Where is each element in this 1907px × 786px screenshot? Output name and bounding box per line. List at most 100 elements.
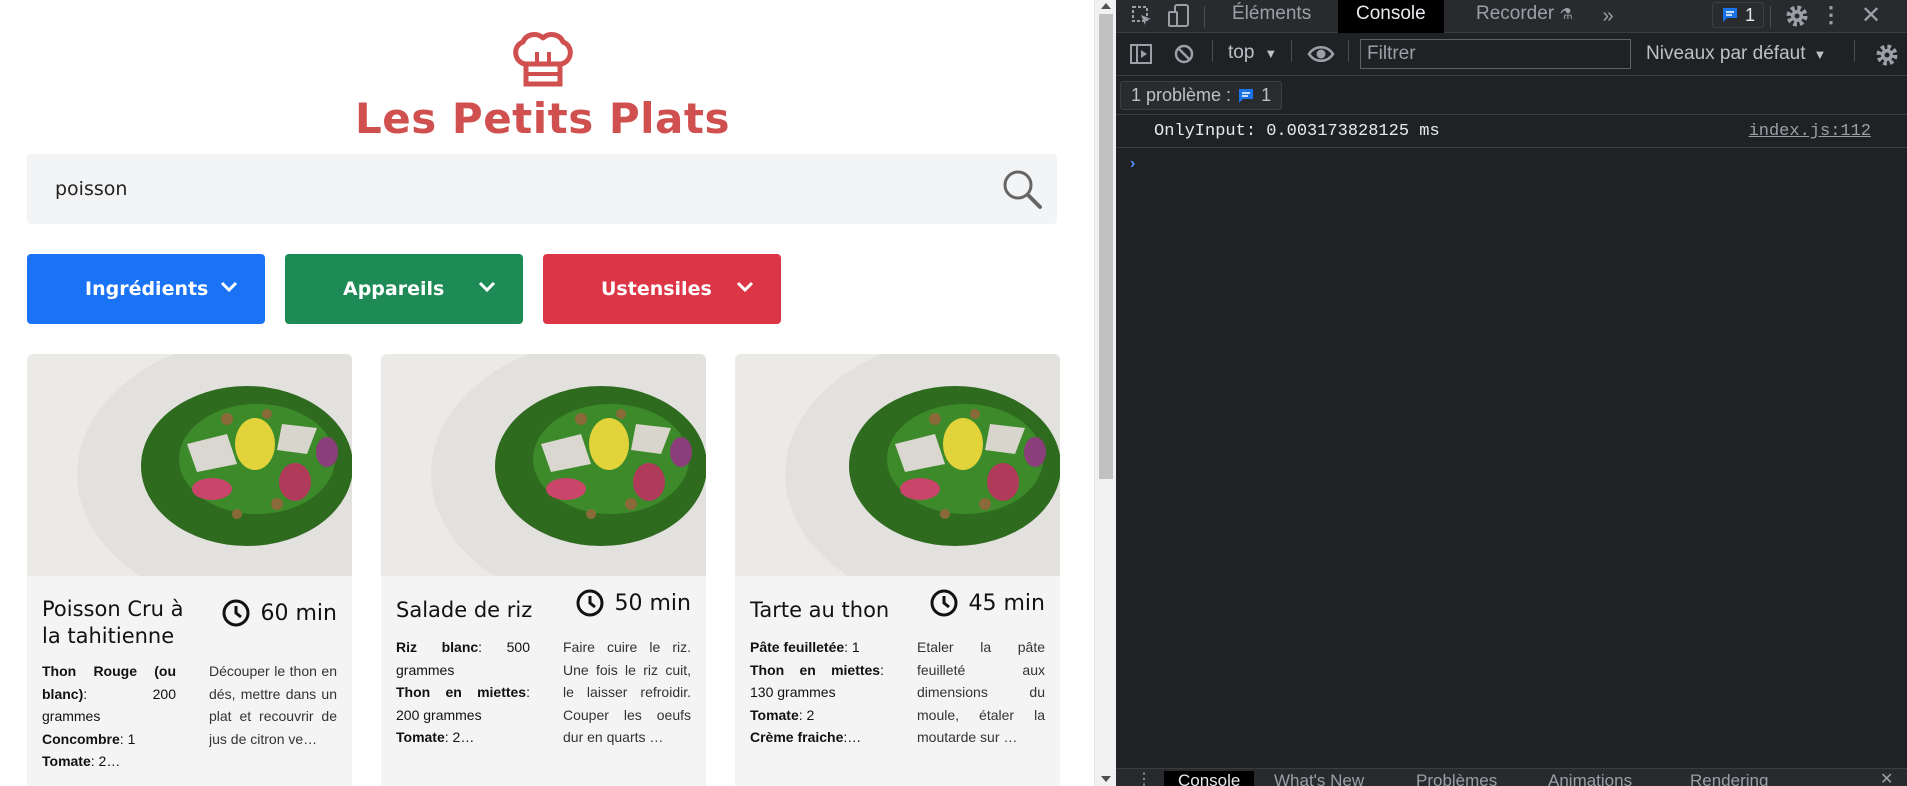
- problems-label: 1 problème :: [1131, 85, 1232, 105]
- drawer-tab-console[interactable]: Console: [1164, 771, 1255, 786]
- devtools-panel: Éléments Console Recorder ⚗ » 1 ⋮ ✕ top …: [1116, 0, 1907, 786]
- chevron-down-icon: [220, 281, 238, 293]
- chef-hat-icon: [512, 32, 573, 87]
- ingredient-item: Crème fraiche:…: [750, 729, 862, 745]
- log-levels-select[interactable]: Niveaux par défaut ▼: [1646, 43, 1826, 65]
- console-message-text: OnlyInput: 0.003173828125 ms: [1154, 122, 1440, 141]
- issues-count: 1: [1745, 4, 1756, 25]
- clock-icon: [222, 599, 250, 627]
- separator: [1770, 6, 1771, 28]
- scroll-down-icon[interactable]: [1101, 776, 1111, 782]
- drawer-menu-icon[interactable]: ⋮: [1136, 769, 1152, 786]
- drawer-tab-rendering[interactable]: Rendering: [1690, 771, 1768, 786]
- context-label: top: [1228, 42, 1255, 63]
- tab-recorder-label: Recorder: [1476, 3, 1555, 24]
- drawer-tab-animations[interactable]: Animations: [1548, 771, 1632, 786]
- logo: Les Petits Plats: [0, 30, 1085, 143]
- recipe-title: Poisson Cru à la tahitienne: [42, 597, 184, 648]
- separator: [1291, 40, 1292, 62]
- close-drawer-icon[interactable]: ✕: [1880, 769, 1893, 786]
- recipe-time: 50 min: [575, 587, 691, 619]
- clock-icon: [930, 589, 958, 617]
- context-select[interactable]: top ▼: [1228, 42, 1277, 64]
- recipe-ingredients: Riz blanc: 500 grammes Thon en miettes: …: [396, 636, 530, 749]
- console-message-row: OnlyInput: 0.003173828125 ms index.js:11…: [1116, 116, 1907, 148]
- message-icon: [1239, 88, 1254, 103]
- ingredient-item: Thon en miettes: 200 grammes: [396, 684, 530, 723]
- recipe-card[interactable]: Salade de riz 50 min Riz blanc: 500 gram…: [381, 354, 706, 786]
- sidebar-toggle-icon[interactable]: [1129, 42, 1153, 66]
- search-input[interactable]: [55, 172, 975, 206]
- problems-button[interactable]: 1 problème : 1: [1120, 81, 1283, 110]
- separator: [1348, 40, 1349, 62]
- console-source-link[interactable]: index.js:112: [1749, 122, 1871, 141]
- drawer-tab-whats-new[interactable]: What's New: [1274, 771, 1364, 786]
- inspect-element-icon[interactable]: [1130, 4, 1154, 28]
- filter-utensils-label: Ustensiles: [601, 278, 712, 300]
- scroll-up-icon[interactable]: [1101, 3, 1111, 9]
- console-toolbar: top ▼ Niveaux par défaut ▼: [1116, 34, 1907, 76]
- recipe-title: Salade de riz: [396, 598, 533, 622]
- recipe-card[interactable]: Tarte au thon 45 min Pâte feuilletée: 1 …: [735, 354, 1060, 786]
- recipe-ingredients: Pâte feuilletée: 1 Thon en miettes: 130 …: [750, 636, 884, 749]
- ingredient-item: Thon Rouge (ou blanc): 200 grammes: [42, 663, 176, 724]
- recipe-card[interactable]: Poisson Cru à la tahitienne 60 min Thon …: [27, 354, 352, 786]
- recipe-image: [735, 354, 1060, 576]
- chevron-down-icon: [478, 281, 496, 293]
- console-prompt[interactable]: ›: [1130, 155, 1135, 173]
- flask-icon: ⚗: [1559, 6, 1573, 23]
- console-filter-input[interactable]: [1360, 39, 1631, 69]
- close-icon[interactable]: ✕: [1856, 0, 1886, 30]
- problems-count: 1: [1261, 85, 1272, 105]
- tab-elements[interactable]: Éléments: [1214, 0, 1329, 33]
- recipe-description: Découper le thon en dés, mettre dans un …: [209, 663, 337, 747]
- message-icon: [1723, 8, 1737, 22]
- chevron-down-icon: [736, 281, 754, 293]
- log-levels-label: Niveaux par défaut: [1646, 43, 1806, 64]
- drawer-tab-problems[interactable]: Problèmes: [1416, 771, 1497, 786]
- recipe-image: [381, 354, 706, 576]
- ingredient-item: Thon en miettes: 130 grammes: [750, 661, 884, 701]
- console-settings-icon[interactable]: [1874, 42, 1900, 68]
- separator: [1854, 40, 1855, 62]
- recipe-description: Faire cuire le riz. Une fois le riz cuit…: [563, 639, 691, 745]
- separator: [1204, 6, 1205, 28]
- devtools-tab-bar: Éléments Console Recorder ⚗ » 1 ⋮ ✕: [1116, 0, 1907, 33]
- dropdown-arrow-icon: ▼: [1813, 46, 1827, 62]
- kebab-menu-icon[interactable]: ⋮: [1820, 1, 1842, 29]
- issues-badge[interactable]: 1: [1712, 2, 1765, 28]
- ingredient-item: Tomate: 2…: [42, 753, 121, 769]
- page-scrollbar[interactable]: [1094, 0, 1116, 786]
- screen: Les Petits Plats Ingrédients Appareils U…: [0, 0, 1907, 786]
- recipe-ingredients: Thon Rouge (ou blanc): 200 grammes Conco…: [42, 660, 176, 773]
- drawer-tab-bar: ⋮ Console What's New Problèmes Animation…: [1116, 768, 1907, 786]
- ingredient-item: Tomate: 2: [750, 706, 815, 723]
- clear-console-icon[interactable]: [1173, 43, 1195, 65]
- tab-console[interactable]: Console: [1338, 0, 1444, 33]
- scrollbar-thumb[interactable]: [1099, 14, 1113, 479]
- filter-utensils-button[interactable]: Ustensiles: [543, 254, 781, 324]
- filter-appliances-button[interactable]: Appareils: [285, 254, 523, 324]
- recipe-description: Etaler la pâte feuilleté aux dimensions …: [917, 639, 1045, 745]
- device-toolbar-icon[interactable]: [1166, 3, 1192, 29]
- dropdown-arrow-icon: ▼: [1264, 45, 1278, 61]
- recipe-time: 60 min: [221, 597, 337, 629]
- more-tabs-icon[interactable]: »: [1596, 2, 1620, 30]
- filter-appliances-label: Appareils: [343, 278, 445, 300]
- search-bar: [27, 154, 1057, 224]
- recipe-image: [27, 354, 352, 576]
- recipe-title: Tarte au thon: [750, 598, 890, 622]
- recipe-time-label: 45 min: [968, 590, 1045, 616]
- ingredient-item: Pâte feuilletée: 1: [750, 639, 860, 655]
- clock-icon: [576, 589, 604, 617]
- filter-ingredients-button[interactable]: Ingrédients: [27, 254, 265, 324]
- gear-icon[interactable]: [1784, 3, 1810, 29]
- recipe-time: 45 min: [929, 587, 1045, 619]
- app-title: Les Petits Plats: [355, 94, 730, 143]
- recipe-time-label: 60 min: [260, 600, 337, 626]
- search-icon[interactable]: [1001, 168, 1043, 210]
- tab-recorder[interactable]: Recorder ⚗: [1458, 0, 1591, 33]
- separator: [1212, 40, 1213, 62]
- eye-icon[interactable]: [1307, 43, 1335, 65]
- ingredient-item: Tomate: 2…: [396, 729, 475, 745]
